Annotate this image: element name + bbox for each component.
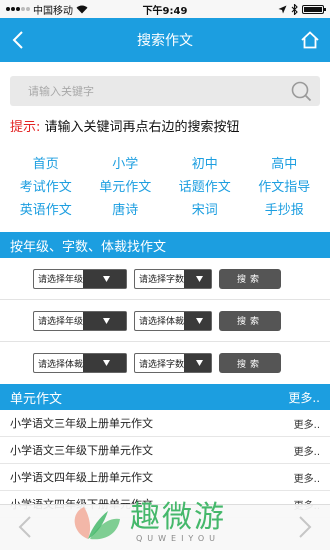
list-item[interactable]: 小学语文三年级上册单元作文 更多..	[0, 410, 330, 437]
browser-back-icon[interactable]	[18, 515, 32, 539]
category-link[interactable]: 考试作文	[6, 180, 86, 195]
browser-toolbar: 趣微游 QUWEIYOU	[0, 502, 330, 550]
unit-section-more-link[interactable]: 更多..	[288, 389, 320, 406]
search-input[interactable]	[28, 84, 290, 98]
status-left: 中国移动	[6, 2, 88, 17]
list-item-title: 小学语文三年级下册单元作文	[10, 444, 153, 457]
select-value: 请选择字数	[139, 359, 185, 370]
bluetooth-icon	[291, 3, 298, 15]
dropdown-arrow-icon	[184, 269, 211, 288]
status-bar: 中国移动 下午9:49	[0, 0, 330, 18]
dropdown-arrow-icon	[184, 311, 211, 330]
list-item[interactable]: 小学语文四年级上册单元作文 更多..	[0, 464, 330, 491]
grade-select[interactable]: 请选择年级	[33, 268, 127, 289]
filter-row: 请选择体裁 请选择字数 搜索	[0, 342, 330, 384]
dropdown-arrow-icon	[184, 354, 211, 372]
filter-section-title: 按年级、字数、体裁找作文	[10, 239, 167, 255]
nav-bar: 搜索作文	[0, 18, 330, 62]
search-tip: 提示: 请输入关键词再点右边的搜索按钮	[0, 106, 330, 135]
dropdown-arrow-icon	[83, 311, 126, 330]
search-box	[10, 76, 320, 106]
back-icon[interactable]	[10, 30, 28, 50]
brand-name-en: QUWEIYOU	[135, 534, 221, 543]
battery-icon	[302, 4, 326, 14]
carrier-label: 中国移动	[33, 5, 73, 17]
category-link[interactable]: 高中	[245, 157, 325, 172]
wordcount-select[interactable]: 请选择字数	[134, 268, 212, 289]
category-link[interactable]: 作文指导	[245, 180, 325, 195]
category-link[interactable]: 单元作文	[86, 180, 166, 195]
watermark-logo: 趣微游 QUWEIYOU	[68, 502, 226, 543]
browser-forward-icon[interactable]	[298, 515, 312, 539]
unit-section-title: 单元作文	[10, 391, 63, 407]
select-value: 请选择体裁	[139, 317, 185, 327]
tip-text: 请输入关键词再点右边的搜索按钮	[44, 120, 240, 135]
brand-text: 趣微游 QUWEIYOU	[130, 500, 226, 544]
select-value: 请选择年级	[38, 317, 84, 327]
search-area	[0, 62, 330, 106]
status-right	[278, 3, 326, 15]
genre-select[interactable]: 请选择体裁	[134, 310, 212, 331]
search-button[interactable]: 搜索	[219, 268, 281, 289]
category-grid: 首页 小学 初中 高中 考试作文 单元作文 话题作文 作文指导 英语作文 唐诗 …	[0, 135, 330, 218]
search-icon[interactable]	[290, 80, 312, 102]
brand-logo-icon	[74, 506, 120, 539]
category-link[interactable]: 手抄报	[245, 203, 325, 218]
brand-name-cn: 趣微游	[130, 500, 226, 535]
category-link[interactable]: 唐诗	[86, 203, 166, 218]
search-button[interactable]: 搜索	[219, 353, 281, 373]
dropdown-arrow-icon	[83, 269, 126, 288]
category-link[interactable]: 宋词	[165, 203, 245, 218]
grade-select[interactable]: 请选择年级	[33, 310, 127, 331]
category-link[interactable]: 小学	[86, 157, 166, 172]
list-item-more-link[interactable]: 更多..	[294, 416, 320, 431]
filter-section-header: 按年级、字数、体裁找作文	[0, 232, 330, 258]
category-link[interactable]: 话题作文	[165, 180, 245, 195]
wifi-icon	[76, 5, 88, 13]
list-item-title: 小学语文三年级上册单元作文	[10, 417, 153, 430]
select-value: 请选择体裁	[38, 359, 84, 370]
dropdown-arrow-icon	[83, 354, 126, 372]
wordcount-select[interactable]: 请选择字数	[134, 353, 212, 373]
category-link[interactable]: 初中	[165, 157, 245, 172]
list-item-more-link[interactable]: 更多..	[294, 470, 320, 485]
select-value: 请选择字数	[139, 275, 185, 285]
tip-label: 提示:	[10, 120, 41, 135]
category-link[interactable]: 英语作文	[6, 203, 86, 218]
unit-section-header: 单元作文 更多..	[0, 384, 330, 410]
filter-row: 请选择年级 请选择字数 搜索	[0, 258, 330, 300]
list-item[interactable]: 小学语文三年级下册单元作文 更多..	[0, 437, 330, 464]
genre-select[interactable]: 请选择体裁	[33, 353, 127, 373]
list-item-title: 小学语文四年级上册单元作文	[10, 471, 153, 484]
list-item-more-link[interactable]: 更多..	[294, 443, 320, 458]
filter-row: 请选择年级 请选择体裁 搜索	[0, 300, 330, 342]
search-button[interactable]: 搜索	[219, 310, 281, 331]
select-value: 请选择年级	[38, 275, 84, 285]
home-icon[interactable]	[300, 30, 320, 50]
page-title: 搜索作文	[137, 33, 193, 49]
signal-icon	[6, 7, 30, 11]
category-link[interactable]: 首页	[6, 157, 86, 172]
filter-rows: 请选择年级 请选择字数 搜索 请选择年级 请选择体裁 搜索 请选择体裁 请选择字…	[0, 258, 330, 384]
location-icon	[278, 5, 287, 13]
